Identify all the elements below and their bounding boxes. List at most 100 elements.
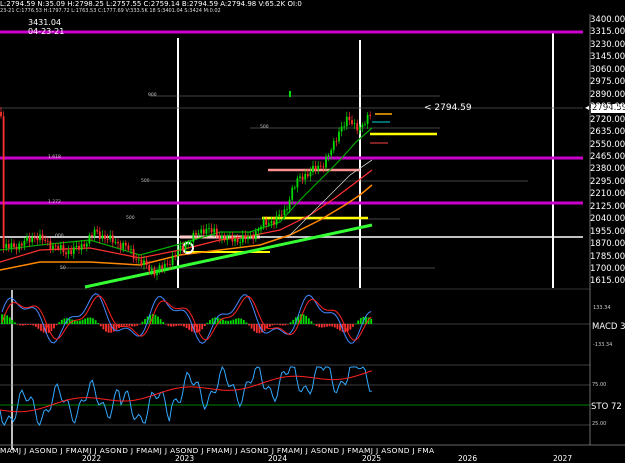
candle-body: [7, 244, 10, 248]
macd-histogram-bar: [123, 324, 126, 326]
macd-histogram-bar: [29, 324, 32, 325]
candle-body: [36, 237, 39, 241]
candle-body: [72, 247, 75, 254]
macd-histogram-bar: [89, 317, 92, 324]
candle-body: [28, 236, 31, 243]
price-tick-label: 1785.00: [590, 251, 625, 262]
candle-body: [330, 150, 333, 156]
macd-histogram-bar: [357, 320, 360, 324]
candle-body: [166, 263, 169, 265]
price-tick-label: 3060.00: [590, 64, 625, 75]
chart-canvas[interactable]: [0, 0, 625, 462]
macd-histogram-bar: [133, 324, 136, 327]
candle-body: [192, 232, 195, 243]
candle-body: [10, 243, 13, 248]
macd-histogram-bar: [310, 321, 313, 324]
candle-body: [314, 165, 317, 170]
price-tick-label: 2635.00: [590, 127, 625, 138]
macd-histogram-bar: [279, 324, 282, 326]
macd-label: MACD 3: [592, 322, 625, 332]
candle-body: [338, 131, 340, 142]
macd-histogram-bar: [211, 318, 214, 324]
chart-header-quote: L:2794.59 N:35.09 H:2798.25 L:2757.55 C:…: [0, 0, 302, 8]
candle-body: [59, 245, 62, 250]
candle-body: [143, 260, 145, 266]
candle-body: [210, 228, 213, 233]
macd-histogram-bar: [84, 318, 87, 324]
candle-body: [184, 244, 187, 251]
macd-histogram-bar: [352, 324, 354, 327]
price-tick-label: 1700.00: [590, 264, 625, 274]
candle-body: [127, 245, 130, 250]
candle-body: [109, 235, 112, 240]
macd-histogram-bar: [313, 323, 315, 325]
candle-body: [85, 243, 88, 247]
candle-body: [343, 126, 346, 128]
candle-body: [249, 235, 252, 237]
macd-histogram-bar: [349, 324, 352, 330]
macd-histogram-bar: [55, 324, 58, 326]
candle-body: [13, 243, 15, 248]
year-label: 2022: [82, 454, 102, 463]
sto-level-low: 25.00: [592, 421, 607, 427]
macd-histogram-bar: [284, 324, 287, 326]
macd-histogram-bar: [232, 319, 235, 324]
candle-body: [96, 229, 99, 232]
price-tick-label: 2125.00: [590, 201, 625, 212]
candle-body: [182, 245, 184, 251]
candle-body: [52, 245, 54, 250]
candle-body: [101, 235, 104, 239]
candle-body: [119, 243, 122, 249]
candle-body: [257, 229, 260, 232]
candle-body: [288, 199, 291, 210]
candle-body: [200, 229, 203, 234]
candle-body: [306, 173, 309, 177]
candle-body: [280, 214, 283, 216]
price-tick-label: 2890.00: [590, 89, 625, 100]
candle-body: [236, 238, 239, 243]
macd-histogram-bar: [326, 324, 328, 327]
candle-body: [208, 228, 210, 230]
candle-body: [195, 232, 197, 235]
candle-body: [148, 265, 151, 271]
fib-label: 50: [60, 266, 66, 271]
macd-histogram-bar: [222, 319, 224, 324]
candle-body: [293, 187, 296, 189]
price-tick-label: 3400.00: [590, 15, 625, 25]
macd-histogram-bar: [201, 324, 204, 330]
fib-label: 900: [148, 93, 157, 98]
fib-label: 500: [260, 125, 269, 130]
candle-body: [223, 235, 226, 241]
macd-histogram-bar: [253, 324, 256, 332]
macd-histogram-bar: [97, 323, 100, 324]
macd-histogram-bar: [102, 324, 105, 330]
candle-body: [332, 141, 335, 151]
candle-body: [98, 231, 101, 239]
candle-body: [270, 221, 273, 224]
year-label: 2026: [458, 454, 478, 463]
reference-date: 04-23-21: [28, 27, 65, 36]
candle-body: [353, 123, 356, 125]
candle-body: [244, 235, 247, 240]
macd-histogram-bar: [24, 324, 27, 326]
fib-label: 1.618: [48, 155, 61, 160]
candle-body: [296, 178, 299, 188]
candle-body: [317, 165, 320, 170]
price-tick-label: 2550.00: [590, 139, 625, 150]
macd-histogram-bar: [305, 315, 308, 324]
macd-histogram-bar: [248, 324, 250, 326]
macd-histogram-bar: [138, 324, 141, 325]
candle-body: [187, 242, 190, 245]
candle-body: [161, 265, 164, 269]
macd-histogram-bar: [318, 324, 321, 328]
year-label: 2027: [553, 454, 573, 463]
candle-body: [124, 242, 127, 246]
price-tick-label: 2975.00: [590, 77, 625, 88]
macd-histogram-bar: [141, 321, 144, 324]
macd-histogram-bar: [79, 320, 81, 324]
macd-histogram-bar: [60, 319, 63, 324]
candle-body: [231, 235, 234, 242]
macd-histogram-bar: [154, 314, 157, 324]
candle-body: [114, 242, 117, 243]
candle-body: [221, 235, 223, 239]
